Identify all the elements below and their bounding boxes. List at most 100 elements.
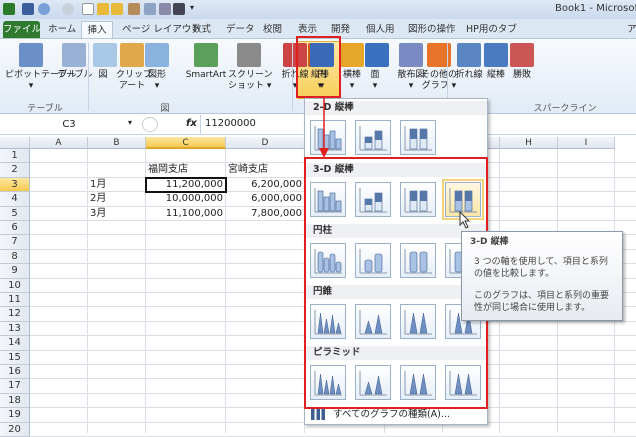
button-label: 面 [370, 70, 380, 80]
cell-C5[interactable]: 11,100,000 [148, 207, 225, 221]
tab-insert[interactable]: 挿入 [81, 21, 113, 39]
cell-B3[interactable]: 1月 [90, 178, 145, 192]
save-icon[interactable] [22, 3, 34, 15]
row-header-11[interactable]: 11 [0, 293, 30, 308]
cell-B5[interactable]: 3月 [90, 207, 145, 221]
smartart-icon [194, 43, 218, 67]
column-header-A[interactable]: A [30, 137, 88, 149]
picture-icon [93, 43, 117, 67]
cell-B4[interactable]: 2月 [90, 192, 145, 206]
other-charts-button[interactable]: その他の グラフ ▾ [420, 43, 458, 92]
bar2d-chart-option-2[interactable] [355, 120, 391, 155]
cell-D2[interactable]: 宮崎支店 [228, 163, 304, 177]
cell-D3[interactable]: 6,200,000 [228, 178, 304, 192]
tooltip: 3-D 縦棒 3 つの軸を使用して、項目と系列の値を比較します。 このグラフは、… [461, 231, 623, 321]
button-label: 縦棒 [486, 70, 505, 80]
tab-hp[interactable]: HP用のタブ [466, 21, 517, 39]
formula-bar-expander[interactable] [142, 117, 158, 132]
column-header-C[interactable]: C [146, 137, 226, 149]
row-header-10[interactable]: 10 [0, 278, 30, 293]
group-separator [292, 43, 293, 111]
button-label: ピボットテーブル [5, 70, 77, 80]
tab-file[interactable]: ファイル [3, 21, 41, 39]
excel-logo-icon [3, 3, 15, 15]
row-header-12[interactable]: 12 [0, 307, 30, 322]
screenshot-button[interactable]: スクリーン ショット ▾ [228, 43, 273, 92]
group-separator [88, 43, 89, 111]
row-header-6[interactable]: 6 [0, 221, 30, 236]
bar2d-chart-option-3[interactable] [400, 120, 436, 155]
name-box[interactable]: C3 [4, 118, 134, 132]
row-header-16[interactable]: 16 [0, 365, 30, 380]
folder-icon[interactable] [111, 3, 123, 15]
row-header-14[interactable]: 14 [0, 336, 30, 351]
sparkline-line-button[interactable]: 折れ線 [454, 43, 484, 81]
row-header-18[interactable]: 18 [0, 393, 30, 409]
button-label: 図 [98, 70, 108, 80]
select-all-corner[interactable] [0, 137, 30, 149]
row-header-15[interactable]: 15 [0, 350, 30, 365]
sparkline-win-loss-button[interactable]: 勝敗 [510, 43, 534, 81]
row-header-2[interactable]: 2 [0, 163, 30, 178]
align-icon[interactable] [173, 3, 185, 15]
open-folder-icon[interactable] [97, 3, 109, 15]
tab-review[interactable]: 校閲 [263, 21, 282, 39]
button-label: その他の [420, 70, 457, 80]
formula-input[interactable]: 11200000 [205, 118, 256, 129]
column-header-D[interactable]: D [226, 137, 305, 149]
picture-button[interactable]: 図 [93, 43, 117, 81]
mouse-cursor-icon [459, 211, 471, 229]
screenshot-icon [237, 43, 261, 67]
column-header-B[interactable]: B [88, 137, 146, 149]
area-chart-button[interactable]: 面 ▾ [365, 43, 389, 92]
column-header-I[interactable]: I [558, 137, 615, 149]
new-file-icon[interactable] [82, 3, 94, 15]
row-header-19[interactable]: 19 [0, 408, 30, 423]
clipboard-icon[interactable] [128, 3, 140, 15]
button-sublabel: ▾ [28, 81, 34, 91]
name-box-dropdown-icon[interactable]: ▾ [128, 118, 132, 127]
tab-data[interactable]: データ [226, 21, 255, 39]
cell-D5[interactable]: 7,800,000 [228, 207, 304, 221]
row-header-5[interactable]: 5 [0, 206, 30, 221]
smartart-button[interactable]: SmartArt [182, 43, 230, 81]
button-label: 図形 [147, 70, 166, 80]
active-cell-c3[interactable] [145, 177, 227, 193]
row-header-4[interactable]: 4 [0, 192, 30, 207]
row-header-7[interactable]: 7 [0, 235, 30, 250]
button-sublabel: ▾ [154, 81, 160, 91]
insert-function-icon[interactable]: fx [186, 118, 197, 129]
format-painter-icon[interactable] [159, 3, 171, 15]
row-header-8[interactable]: 8 [0, 249, 30, 265]
customize-qat-icon[interactable]: ▾ [190, 3, 194, 12]
tab-personal[interactable]: 個人用 [366, 21, 395, 39]
cell-D4[interactable]: 6,000,000 [228, 192, 304, 206]
row-header-1[interactable]: 1 [0, 149, 30, 164]
row-header-9[interactable]: 9 [0, 264, 30, 279]
cell-C2[interactable]: 福岡支店 [148, 163, 225, 177]
tab-more[interactable]: ア [627, 21, 636, 39]
undo-icon[interactable] [38, 3, 50, 15]
column-header-H[interactable]: H [500, 137, 558, 149]
shapes-button[interactable]: 図形 ▾ [143, 43, 171, 92]
all-chart-types-label: すべてのグラフの種類(A)... [333, 409, 450, 420]
row-header-13[interactable]: 13 [0, 321, 30, 337]
tab-shape-ops[interactable]: 図形の操作 [408, 21, 456, 39]
tooltip-title: 3-D 縦棒 [470, 237, 509, 247]
tab-page-layout[interactable]: ページ レイアウト [122, 21, 201, 39]
tab-home[interactable]: ホーム [48, 21, 76, 39]
print-preview-icon[interactable] [144, 3, 156, 15]
redo-icon[interactable] [62, 3, 74, 15]
clip-art-icon [120, 43, 144, 67]
tab-formulas[interactable]: 数式 [192, 21, 211, 39]
cell-C4[interactable]: 10,000,000 [148, 192, 225, 206]
row-header-17[interactable]: 17 [0, 379, 30, 394]
pivot-table-button[interactable]: ピボットテーブル ▾ [5, 43, 77, 92]
row-header-20[interactable]: 20 [0, 422, 30, 437]
table-button[interactable]: テーブル [57, 43, 93, 81]
button-label: テーブル [57, 70, 93, 80]
row-header-3[interactable]: 3 [0, 177, 30, 193]
sparkline-column-button[interactable]: 縦棒 [482, 43, 510, 81]
divider [200, 115, 201, 135]
button-label: SmartArt [185, 70, 227, 80]
